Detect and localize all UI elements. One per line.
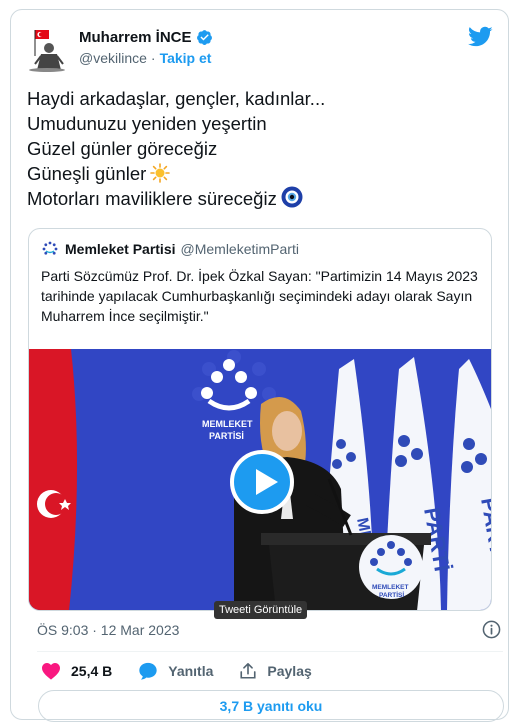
tweet-line: Motorları maviliklere süreceğiz	[27, 188, 277, 209]
verified-badge-icon	[196, 30, 212, 46]
podium-text-2: PARTİSİ	[379, 591, 404, 599]
tweet-line-with-nazar: Motorları maviliklere süreceğiz	[27, 186, 497, 211]
sun-icon	[150, 163, 171, 183]
wall-logo-text-1: MEMLEKET	[202, 419, 253, 429]
tweet-header: Muharrem İNCE @vekilince · Takip et	[27, 26, 493, 72]
reply-bubble-icon	[139, 662, 157, 680]
podium-text-1: MEMLEKET	[372, 584, 409, 591]
info-icon[interactable]	[482, 620, 501, 639]
author-handle-row: @vekilince · Takip et	[79, 50, 211, 66]
like-count: 25,4 B	[71, 663, 113, 679]
play-button[interactable]	[230, 450, 294, 514]
video-thumbnail[interactable]: MEMLEKET PARTİSİ MEM PARTİ PARTİ	[29, 349, 491, 610]
party-logo-icon	[41, 240, 59, 258]
wall-logo-text-2: PARTİSİ	[209, 431, 244, 441]
view-tweet-tooltip: Tweeti Görüntüle	[214, 601, 308, 619]
tweet-timestamp[interactable]: ÖS 9:03 · 12 Mar 2023	[37, 622, 179, 638]
tweet-line: Haydi arkadaşlar, gençler, kadınlar...	[27, 88, 326, 109]
share-icon	[240, 662, 256, 679]
divider	[37, 651, 503, 652]
read-replies-button[interactable]: 3,7 B yanıtı oku	[38, 690, 504, 722]
tweet-line: Güzel günler göreceğiz	[27, 138, 218, 159]
tweet-actions: 25,4 B Yanıtla Paylaş	[41, 660, 338, 682]
quoted-author-handle[interactable]: @MemleketimParti	[181, 241, 299, 257]
separator-dot: ·	[150, 50, 156, 66]
author-handle[interactable]: @vekilince	[79, 50, 147, 66]
reply-label: Yanıtla	[168, 663, 214, 679]
tweet-line: Umudunuzu yeniden yeşertin	[27, 113, 267, 134]
like-button[interactable]: 25,4 B	[41, 662, 112, 680]
quoted-tweet[interactable]: Memleket Partisi @MemleketimParti Parti …	[28, 228, 492, 611]
avatar[interactable]	[27, 26, 67, 72]
reply-button[interactable]: Yanıtla	[138, 662, 213, 680]
follow-button[interactable]: Takip et	[160, 50, 212, 66]
share-label: Paylaş	[267, 663, 312, 679]
quoted-tweet-header: Memleket Partisi @MemleketimParti	[41, 240, 299, 258]
author-name[interactable]: Muharrem İNCE	[79, 29, 192, 46]
tweet-text: Haydi arkadaşlar, gençler, kadınlar... U…	[27, 86, 497, 211]
quoted-tweet-text: Parti Sözcümüz Prof. Dr. İpek Özkal Saya…	[41, 268, 478, 324]
tweet-line-with-sun: Güneşli günler	[27, 161, 497, 186]
quoted-author-name[interactable]: Memleket Partisi	[65, 241, 176, 257]
tweet-line: Güneşli günler	[27, 163, 147, 184]
twitter-bird-icon[interactable]	[468, 26, 493, 48]
heart-icon	[42, 662, 60, 680]
nazar-icon	[281, 186, 303, 208]
share-button[interactable]: Paylaş	[239, 662, 312, 680]
author-name-row: Muharrem İNCE	[79, 29, 213, 46]
